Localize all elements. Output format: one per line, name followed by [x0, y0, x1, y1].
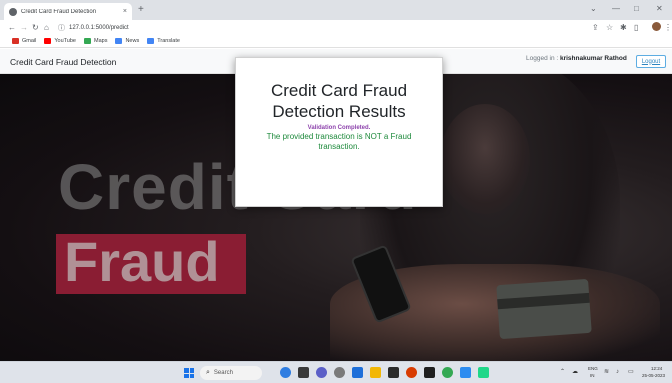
new-tab-button[interactable]: + [138, 4, 144, 16]
terminal-icon[interactable] [388, 367, 399, 378]
side-panel-icon[interactable]: ▯ [634, 22, 638, 33]
bookmark-translate[interactable]: Translate [147, 38, 180, 44]
file-explorer-icon[interactable] [370, 367, 381, 378]
hero-word-fraud: Fraud [64, 230, 220, 293]
logged-in-label: Logged in : [526, 55, 560, 62]
gmail-icon [12, 38, 19, 44]
bookmark-youtube[interactable]: YouTube [44, 38, 76, 44]
bookmark-label: News [125, 38, 140, 44]
search-icon: ⌕ [206, 369, 210, 376]
bookmarks-bar: Gmail YouTube Maps News Translate [0, 35, 672, 48]
office-icon[interactable] [406, 367, 417, 378]
store-icon[interactable] [352, 367, 363, 378]
tray-overflow-icon[interactable]: ⌃ [560, 367, 565, 378]
extensions-icon[interactable]: ✱ [620, 22, 627, 33]
search-label: Search [213, 370, 233, 376]
language-indicator[interactable]: ENG [588, 366, 598, 372]
url-text[interactable]: 127.0.0.1:5000/predict [69, 25, 129, 31]
news-icon [115, 38, 123, 44]
windows-taskbar: ⌕ Search ⌃ ☁ ENG IN ≋ ♪ ▭ 12:24 25-05-20… [0, 361, 672, 383]
credit-card-illustration [496, 278, 592, 340]
bookmark-label: Translate [157, 38, 180, 44]
figure-face [440, 104, 530, 214]
chrome-icon[interactable] [442, 367, 453, 378]
address-bar[interactable]: ⓘ 127.0.0.1:5000/predict [58, 22, 578, 33]
result-title: Credit Card Fraud Detection Results [270, 81, 408, 121]
settings-icon[interactable] [334, 367, 345, 378]
login-status: Logged in : krishnakumar Rathod [526, 55, 627, 62]
chat-icon[interactable] [316, 367, 327, 378]
wifi-icon[interactable]: ≋ [604, 367, 609, 378]
battery-icon[interactable]: ▭ [628, 367, 634, 378]
bookmark-label: YouTube [54, 38, 76, 44]
task-view-icon[interactable] [298, 367, 309, 378]
pycharm-icon[interactable] [478, 367, 489, 378]
site-favicon-icon [9, 7, 17, 16]
logout-button[interactable]: Logout [636, 55, 666, 68]
reload-icon[interactable]: ↻ [32, 22, 39, 33]
tab-search-chevron-icon[interactable]: ⌄ [590, 4, 597, 14]
tab-close-icon[interactable]: × [123, 8, 127, 15]
bookmark-news[interactable]: News [115, 38, 139, 44]
youtube-icon [44, 38, 52, 44]
share-icon[interactable]: ⇪ [592, 22, 599, 33]
home-icon[interactable]: ⌂ [44, 22, 49, 33]
translate-icon [147, 38, 155, 44]
editor-icon[interactable] [424, 367, 435, 378]
bookmark-maps[interactable]: Maps [84, 38, 107, 44]
taskbar-search[interactable]: ⌕ Search [200, 366, 262, 380]
bookmark-star-icon[interactable]: ☆ [606, 22, 613, 33]
onedrive-icon[interactable]: ☁ [572, 367, 578, 378]
close-window-icon[interactable]: ✕ [656, 4, 663, 14]
clock-date[interactable]: 25-05-2023 [642, 373, 665, 379]
username: krishnakumar Rathod [559, 55, 627, 62]
volume-icon[interactable]: ♪ [616, 367, 619, 378]
vscode-icon[interactable] [460, 367, 471, 378]
browser-toolbar: ← → ↻ ⌂ ⓘ 127.0.0.1:5000/predict ⇪ ☆ ✱ ▯… [0, 20, 672, 35]
bookmark-label: Gmail [22, 38, 37, 44]
region-indicator: IN [590, 373, 595, 378]
browser-tab[interactable]: Credit Card Fraud Detection × [4, 3, 132, 20]
site-info-icon[interactable]: ⓘ [58, 23, 65, 33]
profile-avatar[interactable] [652, 22, 661, 31]
forward-icon[interactable]: → [20, 22, 28, 33]
menu-kebab-icon[interactable]: ⋮ [664, 22, 672, 33]
minimize-icon[interactable]: — [612, 4, 620, 14]
windows-start-icon[interactable] [184, 368, 194, 378]
validation-status: Validation Completed. [307, 125, 371, 131]
maps-icon [84, 38, 91, 44]
bookmark-gmail[interactable]: Gmail [12, 38, 36, 44]
tab-title: Credit Card Fraud Detection [21, 8, 97, 15]
result-card: Credit Card Fraud Detection Results Vali… [235, 57, 443, 207]
navbar-brand[interactable]: Credit Card Fraud Detection [10, 57, 116, 67]
result-message: The provided transaction is NOT a Fraud … [266, 132, 412, 151]
clock-time[interactable]: 12:24 [651, 366, 662, 372]
bookmark-label: Maps [94, 38, 108, 44]
widgets-icon[interactable] [280, 367, 291, 378]
back-icon[interactable]: ← [8, 22, 16, 33]
maximize-icon[interactable]: □ [634, 4, 639, 14]
browser-tab-strip: Credit Card Fraud Detection × + ⌄ — □ ✕ [0, 0, 672, 20]
